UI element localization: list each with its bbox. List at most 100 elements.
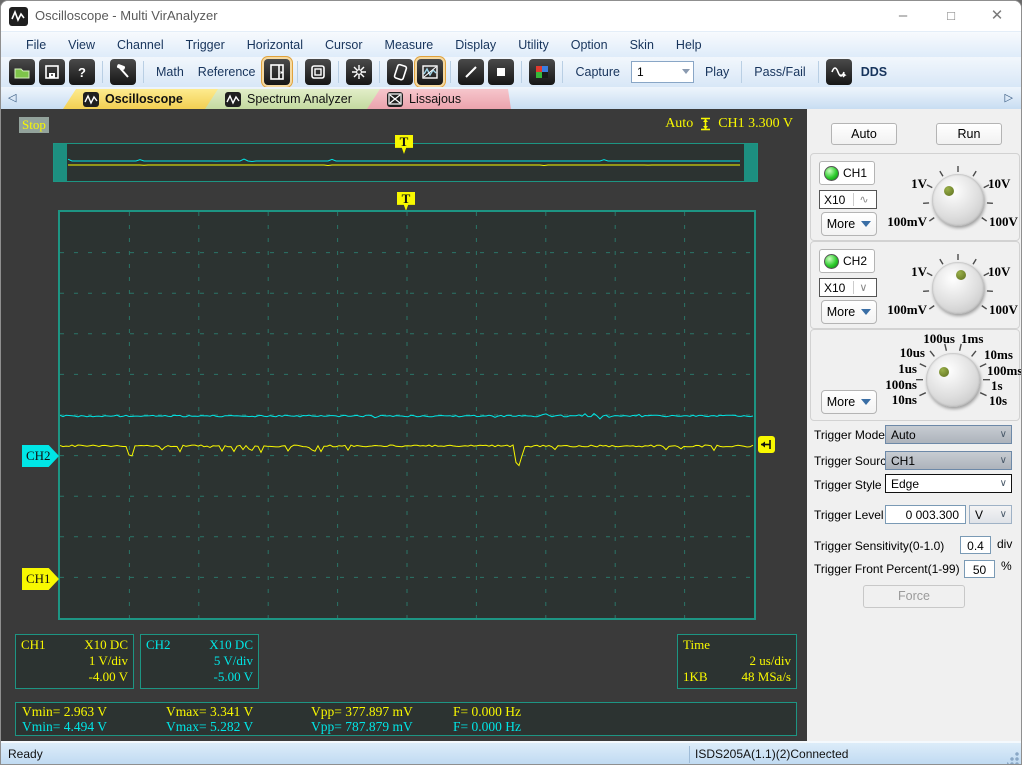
close-button[interactable]: ✕ bbox=[975, 1, 1019, 31]
line-style-icon[interactable] bbox=[458, 59, 485, 85]
toolbar-separator bbox=[450, 61, 452, 83]
menu-measure[interactable]: Measure bbox=[374, 34, 445, 56]
menu-file[interactable]: File bbox=[15, 34, 57, 56]
ch2-more-button[interactable]: More bbox=[821, 300, 877, 324]
menu-view[interactable]: View bbox=[57, 34, 106, 56]
knob-label: 100ms bbox=[987, 363, 1022, 378]
status-bar: Ready ISDS205A(1.1)(2)Connected bbox=[1, 741, 1021, 764]
toolbar-separator bbox=[379, 61, 381, 83]
ch2-volts-knob[interactable] bbox=[932, 262, 984, 314]
overview-left-handle[interactable] bbox=[54, 144, 67, 181]
minimize-button[interactable]: – bbox=[881, 1, 925, 31]
run-button[interactable]: Run bbox=[936, 123, 1002, 145]
display-frame-icon[interactable] bbox=[305, 59, 332, 85]
trigger-level-marker[interactable] bbox=[758, 436, 775, 453]
ch1-enable-button[interactable]: CH1 bbox=[819, 161, 875, 185]
memory-depth: 1KB bbox=[683, 669, 708, 684]
tab-scroll-left-icon[interactable]: ◁ bbox=[8, 91, 16, 104]
ch2-group: CH2 X10 ∨ More 1V 10V 100mV 100V bbox=[810, 241, 1020, 329]
dds-wave-icon[interactable] bbox=[825, 59, 852, 85]
trigger-style-combobox[interactable]: Edge ∨ bbox=[885, 474, 1012, 493]
trigger-front-input[interactable]: 50 bbox=[964, 560, 995, 578]
passfail-button[interactable]: Pass/Fail bbox=[754, 65, 805, 79]
force-button[interactable]: Force bbox=[863, 585, 965, 608]
timebase-group: More 100us 1ms 10us 10ms 1us 100ms 100ns… bbox=[810, 329, 1022, 421]
wave-view-icon[interactable] bbox=[417, 59, 444, 85]
knob-label: 10ns bbox=[891, 392, 917, 407]
timebase-more-button[interactable]: More bbox=[821, 390, 877, 414]
resize-grip-icon[interactable] bbox=[1007, 752, 1019, 764]
maximize-button[interactable]: □ bbox=[929, 1, 973, 31]
device-icon[interactable] bbox=[387, 59, 414, 85]
menu-cursor[interactable]: Cursor bbox=[314, 34, 374, 56]
knob-indicator-dot bbox=[956, 270, 966, 280]
ch2-enable-button[interactable]: CH2 bbox=[819, 249, 875, 273]
trigger-level-unit-combobox[interactable]: V ∨ bbox=[969, 505, 1012, 524]
side-panel-icon[interactable] bbox=[264, 59, 291, 85]
knob-label: 100ns bbox=[885, 377, 917, 392]
ch2-offset-marker[interactable]: CH2 bbox=[22, 445, 59, 467]
toolbar: ? Math Reference Capture 1 Play Pass/Fai… bbox=[1, 57, 1021, 87]
math-button[interactable]: Math bbox=[156, 65, 184, 79]
hammer-icon[interactable] bbox=[110, 59, 136, 85]
tab-scroll-right-icon[interactable]: ▷ bbox=[1005, 91, 1013, 104]
chevron-down-icon: ∨ bbox=[999, 455, 1007, 466]
ch2-vmin: Vmin= 4.494 V bbox=[22, 719, 107, 734]
question-icon[interactable]: ? bbox=[69, 59, 95, 85]
trigger-source-label: Trigger Source bbox=[814, 454, 893, 468]
menu-skin[interactable]: Skin bbox=[619, 34, 665, 56]
trigger-position-marker[interactable]: T bbox=[397, 192, 415, 211]
trigger-mode-label: Trigger Mode bbox=[814, 428, 885, 442]
dds-button[interactable]: DDS bbox=[861, 65, 887, 79]
ch1-group: CH1 X10 ∿ More 1V 10V 100mV 100V bbox=[810, 153, 1020, 241]
color-palette-icon[interactable] bbox=[529, 59, 556, 85]
ch1-probe: X10 DC bbox=[84, 637, 128, 652]
scope-display-area: Stop Auto CH1 3.300 V T T CH2 CH1 CH1 X10… bbox=[1, 109, 807, 741]
trigger-level-input[interactable]: 0 003.300 bbox=[885, 505, 966, 524]
ch1-probe-value: X10 bbox=[824, 192, 846, 207]
trigger-source-combobox[interactable]: CH1 ∨ bbox=[885, 451, 1012, 470]
chevron-down-icon: ∨ bbox=[999, 478, 1007, 489]
reference-button[interactable]: Reference bbox=[198, 65, 256, 79]
graticule[interactable] bbox=[58, 210, 756, 620]
waveform-icon bbox=[225, 92, 241, 107]
menu-trigger[interactable]: Trigger bbox=[175, 34, 236, 56]
dot-style-icon[interactable] bbox=[488, 59, 515, 85]
auto-button[interactable]: Auto bbox=[831, 123, 897, 145]
knob-label: 100mV bbox=[887, 214, 927, 229]
coupling-wave-icon: ∿ bbox=[853, 193, 869, 206]
menu-horizontal[interactable]: Horizontal bbox=[236, 34, 314, 56]
toolbar-separator bbox=[562, 61, 564, 83]
ch1-probe-combobox[interactable]: X10 ∿ bbox=[819, 190, 877, 209]
ch2-probe-combobox[interactable]: X10 ∨ bbox=[819, 278, 877, 297]
menu-display[interactable]: Display bbox=[444, 34, 507, 56]
toolbar-separator bbox=[143, 61, 144, 83]
ch1-more-button[interactable]: More bbox=[821, 212, 877, 236]
tab-spectrum-analyzer[interactable]: Spectrum Analyzer bbox=[205, 89, 397, 109]
stop-badge[interactable]: Stop bbox=[19, 117, 49, 133]
ch2-probe: X10 DC bbox=[209, 637, 253, 652]
trigger-mode-combobox[interactable]: Auto ∨ bbox=[885, 425, 1012, 444]
ch1-vmax: Vmax= 3.341 V bbox=[166, 704, 254, 719]
save-disk-icon[interactable] bbox=[39, 59, 65, 85]
timebase-knob[interactable] bbox=[926, 353, 980, 407]
capture-combobox[interactable]: 1 bbox=[630, 61, 694, 83]
overview-right-handle[interactable] bbox=[744, 144, 757, 181]
trigger-style-label: Trigger Style bbox=[814, 478, 882, 492]
menu-utility[interactable]: Utility bbox=[507, 34, 560, 56]
trigger-sensitivity-input[interactable]: 0.4 bbox=[960, 536, 991, 554]
capture-label: Capture bbox=[575, 65, 620, 79]
menu-help[interactable]: Help bbox=[665, 34, 713, 56]
ch1-volts-knob[interactable] bbox=[932, 174, 984, 226]
ch1-offset-marker[interactable]: CH1 bbox=[22, 568, 59, 590]
ch2-scale: 5 V/div bbox=[213, 653, 253, 668]
play-button[interactable]: Play bbox=[705, 65, 729, 79]
autoset-star-icon[interactable] bbox=[346, 59, 373, 85]
open-folder-icon[interactable] bbox=[9, 59, 35, 85]
tab-lissajous[interactable]: Lissajous bbox=[367, 89, 511, 109]
menu-channel[interactable]: Channel bbox=[106, 34, 175, 56]
knob-label: 10ms bbox=[984, 347, 1013, 362]
ch2-vpp: Vpp= 787.879 mV bbox=[311, 719, 413, 734]
menu-option[interactable]: Option bbox=[560, 34, 619, 56]
ch1-scale: 1 V/div bbox=[88, 653, 128, 668]
